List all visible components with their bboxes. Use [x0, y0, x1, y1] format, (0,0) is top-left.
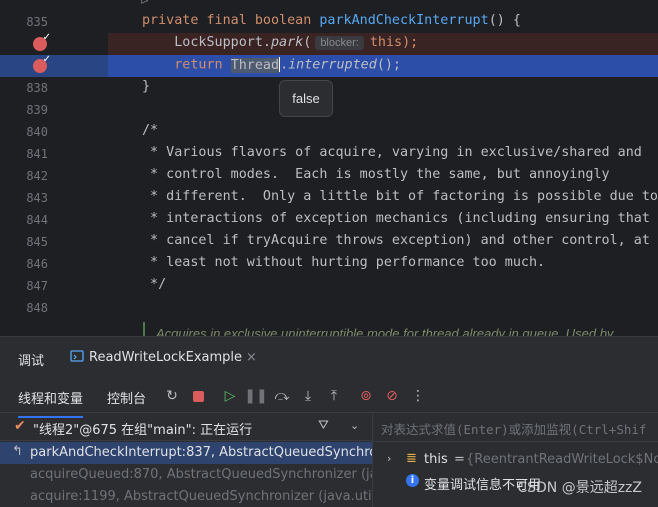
- code-comment: * control modes. Each is mostly the same…: [142, 167, 610, 182]
- stack-frame[interactable]: acquire:1199, AbstractQueuedSynchronizer…: [0, 486, 372, 507]
- code-keyword: private final boolean: [142, 13, 320, 28]
- variable-name: this: [424, 452, 448, 467]
- code-line[interactable]: 845 * cancel if tryAcquire throws except…: [0, 231, 658, 253]
- frame-return-icon: ↰: [12, 444, 23, 459]
- code-method-name: park: [271, 35, 304, 50]
- tab-console[interactable]: 控制台: [107, 388, 146, 407]
- code-comment: * interactions of exception mechanics (i…: [142, 211, 658, 226]
- code-keyword: this);: [369, 35, 419, 50]
- breakpoint-icon[interactable]: [33, 32, 51, 51]
- code-text: }: [142, 79, 151, 94]
- rerun-icon[interactable]: ↻: [163, 387, 181, 405]
- code-line-current-execution[interactable]: return Thread.interrupted();: [0, 54, 658, 77]
- tab-run-configuration[interactable]: ReadWriteLockExample: [70, 349, 242, 365]
- resume-icon[interactable]: ▷: [221, 387, 239, 405]
- stack-frame-label: acquireQueued:870, AbstractQueuedSynchro…: [30, 467, 372, 482]
- thread-selector[interactable]: ✔ "线程2"@675 在组"main": 正在运行 ⛛ ⌄: [0, 413, 372, 441]
- code-line[interactable]: 847 */: [0, 275, 658, 297]
- frames-panel: ✔ "线程2"@675 在组"main": 正在运行 ⛛ ⌄ ↰ parkAnd…: [0, 413, 372, 507]
- line-number: 839: [26, 103, 48, 117]
- stack-frame[interactable]: acquireQueued:870, AbstractQueuedSynchro…: [0, 464, 372, 486]
- step-out-icon[interactable]: ⤒: [325, 387, 343, 405]
- code-text: ();: [376, 57, 401, 73]
- value-tooltip: false: [279, 80, 333, 117]
- code-comment: * cancel if tryAcquire throws exception)…: [142, 233, 650, 248]
- code-line[interactable]: 844 * interactions of exception mechanic…: [0, 209, 658, 231]
- field-icon: ≣: [406, 451, 417, 466]
- fold-marker-icon: ⊳: [140, 0, 150, 7]
- tab-label: ReadWriteLockExample: [89, 350, 243, 365]
- app-config-icon: [70, 350, 84, 362]
- line-number: 838: [26, 81, 48, 95]
- step-over-icon[interactable]: ⤼: [273, 387, 291, 405]
- code-comment: /*: [142, 123, 159, 138]
- tab-threads-variables[interactable]: 线程和变量: [18, 388, 84, 418]
- debug-toolbar: 线程和变量 控制台 ↻ ▷ ❚❚ ⤼ ⤓ ⤒ ⊚ ⊘ ⋮: [0, 379, 658, 418]
- line-number: 845: [26, 235, 48, 249]
- code-line[interactable]: 840 /*: [0, 121, 658, 143]
- pause-icon[interactable]: ❚❚: [244, 387, 267, 405]
- code-keyword: return: [142, 57, 231, 73]
- variable-value: {ReentrantReadWriteLock$Non: [466, 452, 658, 467]
- line-number: 848: [26, 301, 48, 315]
- code-text: (: [303, 35, 312, 50]
- stack-frame-label: parkAndCheckInterrupt:837, AbstractQueue…: [30, 445, 372, 460]
- view-breakpoints-icon[interactable]: ⊚: [357, 387, 375, 405]
- stop-icon[interactable]: [189, 387, 207, 405]
- variable-row[interactable]: › ≣ this = {ReentrantReadWriteLock$Non: [373, 449, 658, 471]
- code-line[interactable]: 846 * least not without hurting performa…: [0, 253, 658, 275]
- line-number: 843: [26, 191, 48, 205]
- code-method-name: interrupted: [288, 57, 377, 73]
- suspended-check-icon: ✔: [14, 418, 26, 434]
- code-text: LockSupport.: [142, 35, 271, 50]
- doc-comment-bar: [143, 322, 145, 336]
- filter-icon[interactable]: ⛛: [318, 418, 329, 433]
- chevron-down-icon[interactable]: ⌄: [350, 419, 359, 432]
- code-comment: */: [142, 277, 167, 292]
- stack-frame-label: acquire:1199, AbstractQueuedSynchronizer…: [30, 489, 372, 504]
- code-class-name: Thread: [230, 57, 280, 73]
- code-comment: * least not without hurting performance …: [142, 255, 546, 270]
- code-method-name: parkAndCheckInterrupt: [319, 13, 489, 28]
- line-number: 846: [26, 257, 48, 271]
- code-line[interactable]: 843 * different. Only a little bit of fa…: [0, 187, 658, 209]
- parameter-hint: blocker:: [315, 36, 364, 50]
- line-number: 840: [26, 125, 48, 139]
- code-editor[interactable]: ⊳ 835 private final boolean parkAndCheck…: [0, 0, 658, 336]
- close-icon[interactable]: ×: [246, 350, 257, 365]
- rendered-doc-comment: Acquires in exclusive uninterruptible mo…: [156, 326, 614, 336]
- line-number: 841: [26, 147, 48, 161]
- debug-window-title: 调试: [18, 354, 45, 369]
- thread-label: "线程2"@675 在组"main": 正在运行: [33, 423, 253, 438]
- code-line[interactable]: 835 private final boolean parkAndCheckIn…: [0, 11, 658, 33]
- line-number: 842: [26, 169, 48, 183]
- code-line-breakpoint[interactable]: LockSupport.park(blocker: this);: [0, 32, 658, 55]
- chevron-right-icon[interactable]: ›: [387, 452, 391, 465]
- code-line[interactable]: 848: [0, 297, 658, 319]
- line-number: 844: [26, 213, 48, 227]
- watermark-text: CSDN @景远超zzZ: [517, 480, 642, 496]
- breakpoint-icon[interactable]: [33, 54, 51, 73]
- code-line[interactable]: 841 * Various flavors of acquire, varyin…: [0, 143, 658, 165]
- variable-equals: =: [454, 452, 465, 467]
- code-text: .: [280, 57, 289, 73]
- code-line[interactable]: 842 * control modes. Each is mostly the …: [0, 165, 658, 187]
- debug-tool-window: 调试 ReadWriteLockExample × 线程和变量 控制台 ↻ ▷ …: [0, 336, 658, 507]
- info-icon: i: [406, 474, 419, 487]
- code-comment: * Various flavors of acquire, varying in…: [142, 145, 642, 160]
- code-text: () {: [488, 13, 521, 28]
- evaluate-expression-input[interactable]: 对表达式求值(Enter)或添加监视(Ctrl+Shif: [381, 419, 646, 438]
- line-number: 847: [26, 279, 48, 293]
- mute-breakpoints-icon[interactable]: ⊘: [383, 387, 401, 405]
- line-number: 835: [26, 15, 48, 29]
- debug-tabs: 调试 ReadWriteLockExample ×: [0, 337, 658, 379]
- stack-frame[interactable]: ↰ parkAndCheckInterrupt:837, AbstractQue…: [0, 442, 372, 464]
- more-options-icon[interactable]: ⋮: [409, 387, 427, 405]
- step-into-icon[interactable]: ⤓: [299, 387, 317, 405]
- code-comment: * different. Only a little bit of factor…: [142, 189, 658, 204]
